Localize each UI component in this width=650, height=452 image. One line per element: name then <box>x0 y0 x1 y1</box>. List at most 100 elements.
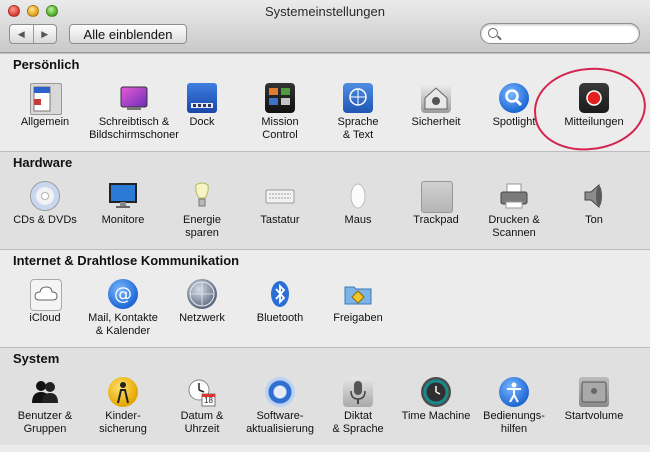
mouse-icon <box>343 181 373 211</box>
pane-monitors[interactable]: Monitore <box>78 181 168 247</box>
notifications-icon <box>579 83 609 113</box>
energy-saver-icon <box>187 181 217 211</box>
pane-dock[interactable]: Dock <box>157 83 247 149</box>
pane-security[interactable]: Sicherheit <box>391 83 481 149</box>
pane-mouse[interactable]: Maus <box>313 181 403 247</box>
title-bar: Systemeinstellungen ◀ ▶ Alle einblenden <box>0 0 650 53</box>
security-icon <box>421 83 451 113</box>
section-title: Persönlich <box>13 57 80 72</box>
dictation-icon <box>343 377 373 407</box>
pane-label: Mitteilungen <box>564 116 624 128</box>
pane-label: Netzwerk <box>179 312 225 324</box>
pane-general[interactable]: Allgemein <box>0 83 90 149</box>
pane-label: Sprache & Text <box>337 116 379 141</box>
startup-disk-icon <box>579 377 609 407</box>
time-machine-icon <box>421 377 451 407</box>
bluetooth-icon <box>265 279 295 309</box>
show-all-button[interactable]: Alle einblenden <box>69 24 187 44</box>
desktop-screensaver-icon <box>119 83 149 113</box>
pane-label: Sicherheit <box>411 116 461 128</box>
section-hardware: Hardware CDs & DVDs Monitore Energie spa… <box>0 151 650 249</box>
pane-label: Mail, Kontakte & Kalender <box>88 312 158 337</box>
pane-network[interactable]: Netzwerk <box>157 279 247 345</box>
back-button[interactable]: ◀ <box>10 25 33 43</box>
pane-energy-saver[interactable]: Energie sparen <box>157 181 247 247</box>
cds-dvds-icon <box>30 181 60 211</box>
pane-label: Bedienungs- hilfen <box>483 410 545 435</box>
pane-dictation-speech[interactable]: Diktat & Sprache <box>313 377 403 443</box>
mail-contacts-icon: @ <box>108 279 138 309</box>
general-icon <box>30 83 62 115</box>
svg-text:@: @ <box>114 284 132 305</box>
pane-label: Datum & Uhrzeit <box>180 410 224 435</box>
pane-language-text[interactable]: Sprache & Text <box>313 83 403 149</box>
icloud-icon <box>30 279 62 311</box>
pane-trackpad[interactable]: Trackpad <box>391 181 481 247</box>
pane-keyboard[interactable]: Tastatur <box>235 181 325 247</box>
speaker-icon <box>579 181 609 211</box>
software-update-icon <box>265 377 295 407</box>
pane-label: Energie sparen <box>183 214 221 239</box>
language-text-icon <box>343 83 373 113</box>
keyboard-icon <box>265 181 295 211</box>
pane-label: iCloud <box>29 312 61 324</box>
mission-control-icon <box>265 83 295 113</box>
section-personal: Persönlich Allgemein Schreibtisch & Bild… <box>0 53 650 151</box>
pane-startup-disk[interactable]: Startvolume <box>549 377 639 443</box>
sharing-icon <box>343 279 373 309</box>
network-icon <box>187 279 217 309</box>
pane-print-scan[interactable]: Drucken & Scannen <box>469 181 559 247</box>
search-icon <box>488 28 498 38</box>
dock-icon <box>187 83 217 113</box>
search-input[interactable] <box>503 26 637 43</box>
search-field[interactable] <box>480 23 640 44</box>
section-title: System <box>13 351 60 366</box>
pane-label: Benutzer & Gruppen <box>17 410 73 435</box>
forward-button[interactable]: ▶ <box>32 25 57 43</box>
section-title: Hardware <box>13 155 73 170</box>
section-internet-wireless: Internet & Drahtlose Kommunikation iClou… <box>0 249 650 347</box>
pane-notifications[interactable]: Mitteilungen <box>549 83 639 149</box>
pane-label: CDs & DVDs <box>13 214 77 226</box>
pane-cds-dvds[interactable]: CDs & DVDs <box>0 181 90 247</box>
pane-label: Tastatur <box>260 214 300 226</box>
pane-label: Allgemein <box>20 116 70 128</box>
date-time-icon: 18 <box>187 377 217 407</box>
pane-software-update[interactable]: Software- aktualisierung <box>235 377 325 443</box>
section-title: Internet & Drahtlose Kommunikation <box>13 253 240 268</box>
pane-mail-contacts-calendars[interactable]: @ Mail, Kontakte & Kalender <box>78 279 168 345</box>
navigation-buttons: ◀ ▶ <box>9 24 57 44</box>
printer-icon <box>499 181 529 211</box>
pane-label: Drucken & Scannen <box>488 214 540 239</box>
pane-label: Bluetooth <box>256 312 304 324</box>
pane-bluetooth[interactable]: Bluetooth <box>235 279 325 345</box>
pane-sharing[interactable]: Freigaben <box>313 279 403 345</box>
pane-label: Ton <box>585 214 603 226</box>
spotlight-icon <box>499 83 529 113</box>
pane-label: Trackpad <box>413 214 459 226</box>
calendar-day: 18 <box>204 396 213 405</box>
pane-label: Software- aktualisierung <box>246 410 314 435</box>
pane-label: Mission Control <box>261 116 299 141</box>
pane-label: Maus <box>344 214 372 226</box>
pane-label: Spotlight <box>492 116 536 128</box>
users-groups-icon <box>30 377 60 407</box>
accessibility-icon <box>499 377 529 407</box>
pane-icloud[interactable]: iCloud <box>0 279 90 345</box>
pane-label: Kinder- sicherung <box>99 410 147 435</box>
pane-label: Time Machine <box>401 410 471 422</box>
pane-label: Startvolume <box>564 410 624 422</box>
pane-mission-control[interactable]: Mission Control <box>235 83 325 149</box>
system-preferences-window: Systemeinstellungen ◀ ▶ Alle einblenden … <box>0 0 650 452</box>
trackpad-icon <box>421 181 453 213</box>
pane-sound[interactable]: Ton <box>549 181 639 247</box>
parental-controls-icon <box>108 377 138 407</box>
pane-time-machine[interactable]: Time Machine <box>391 377 481 443</box>
pane-spotlight[interactable]: Spotlight <box>469 83 559 149</box>
pane-date-time[interactable]: 18 Datum & Uhrzeit <box>157 377 247 443</box>
pane-accessibility[interactable]: Bedienungs- hilfen <box>469 377 559 443</box>
pane-parental-controls[interactable]: Kinder- sicherung <box>78 377 168 443</box>
pane-label: Freigaben <box>333 312 383 324</box>
pane-users-groups[interactable]: Benutzer & Gruppen <box>0 377 90 443</box>
window-title: Systemeinstellungen <box>265 4 385 19</box>
